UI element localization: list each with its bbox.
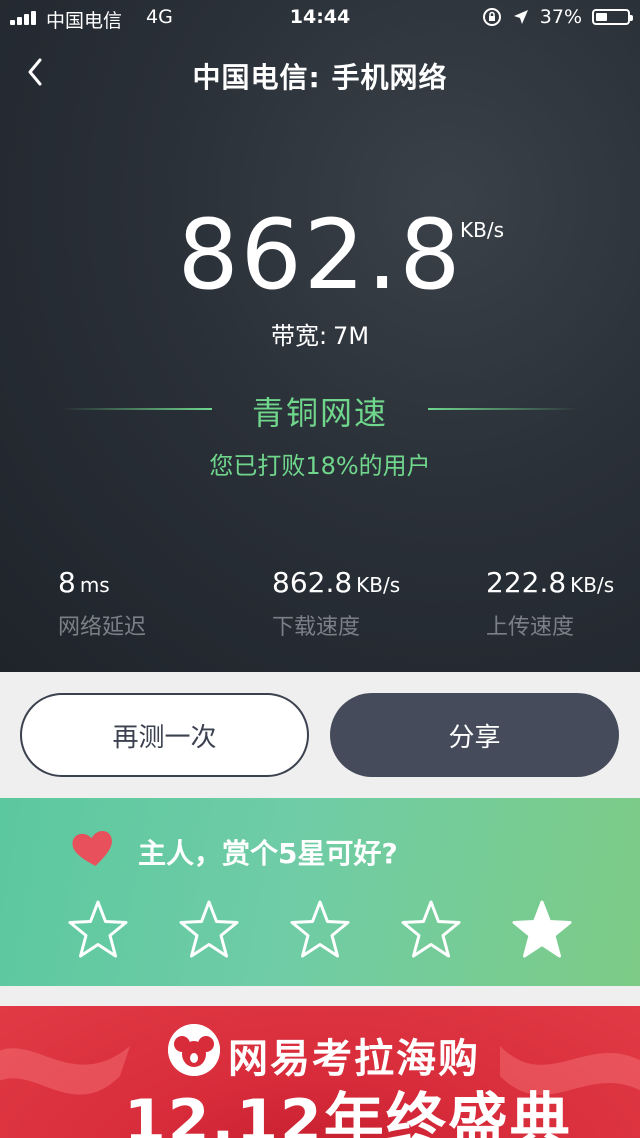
beat-percentage-text: 您已打败18%的用户: [209, 452, 431, 480]
download-unit: KB/s: [356, 573, 401, 597]
bandwidth: 带宽: 7M: [0, 316, 640, 351]
upload-label: 上传速度: [486, 615, 575, 640]
latency-label: 网络延迟: [58, 615, 147, 640]
koala-logo-icon: [168, 1024, 220, 1076]
star-icon[interactable]: [177, 898, 241, 960]
ad-event-title: 12.12年终盛典: [124, 1087, 572, 1138]
ribbon-decoration-left: [0, 1046, 130, 1095]
speed-rank: 青铜网速: [251, 394, 388, 432]
navigation-bar: 中国电信: 手机网络: [0, 44, 640, 100]
latency-unit: ms: [79, 573, 110, 597]
metric-latency: 8 ms 网络延迟: [58, 566, 146, 641]
speed-test-result-panel: 中国电信 4G 14:44 37% 中国电信: 手机网络 862.8 KB/s: [0, 0, 640, 672]
speed-display: 862.8 KB/s: [0, 196, 640, 314]
retest-button[interactable]: 再测一次: [20, 693, 309, 777]
location-arrow-icon: [513, 10, 528, 24]
battery-icon: [592, 9, 633, 25]
metric-download: 862.8 KB/s 下载速度: [272, 566, 400, 641]
status-bar: 中国电信 4G 14:44 37%: [0, 0, 640, 36]
speed-unit: KB/s: [460, 218, 504, 242]
rating-card: 主人，赏个5星可好?: [0, 798, 640, 986]
star-icon[interactable]: [288, 898, 352, 960]
upload-unit: KB/s: [570, 573, 615, 597]
star-icon[interactable]: [510, 898, 574, 960]
battery-percent: 37%: [539, 6, 582, 28]
page-title: 中国电信: 手机网络: [192, 61, 448, 94]
metrics-row: 8 ms 网络延迟 862.8 KB/s 下载速度 222.8 KB/s 上传速度: [0, 566, 640, 656]
heart-icon: [72, 831, 112, 866]
download-value: 862.8: [272, 566, 353, 599]
bandwidth-label: 带宽:: [270, 322, 328, 350]
ad-brand-name: 网易考拉海购: [228, 1036, 480, 1082]
ad-banner[interactable]: 网易考拉海购 12.12年终盛典: [0, 1006, 640, 1138]
star-icon[interactable]: [66, 898, 130, 960]
rotation-lock-icon: [482, 8, 501, 26]
download-label: 下载速度: [272, 615, 361, 640]
share-button[interactable]: 分享: [330, 693, 619, 777]
star-icon[interactable]: [399, 898, 463, 960]
metric-upload: 222.8 KB/s 上传速度: [486, 566, 614, 641]
battery-fill: [596, 13, 608, 21]
speed-value: 862.8: [177, 199, 463, 311]
rank-divider-right: [428, 408, 578, 410]
latency-value: 8: [58, 566, 76, 599]
upload-value: 222.8: [486, 566, 567, 599]
status-icons: 37%: [482, 6, 633, 28]
bandwidth-value: 7M: [333, 322, 370, 350]
rating-prompt: 主人，赏个5星可好?: [138, 837, 398, 870]
